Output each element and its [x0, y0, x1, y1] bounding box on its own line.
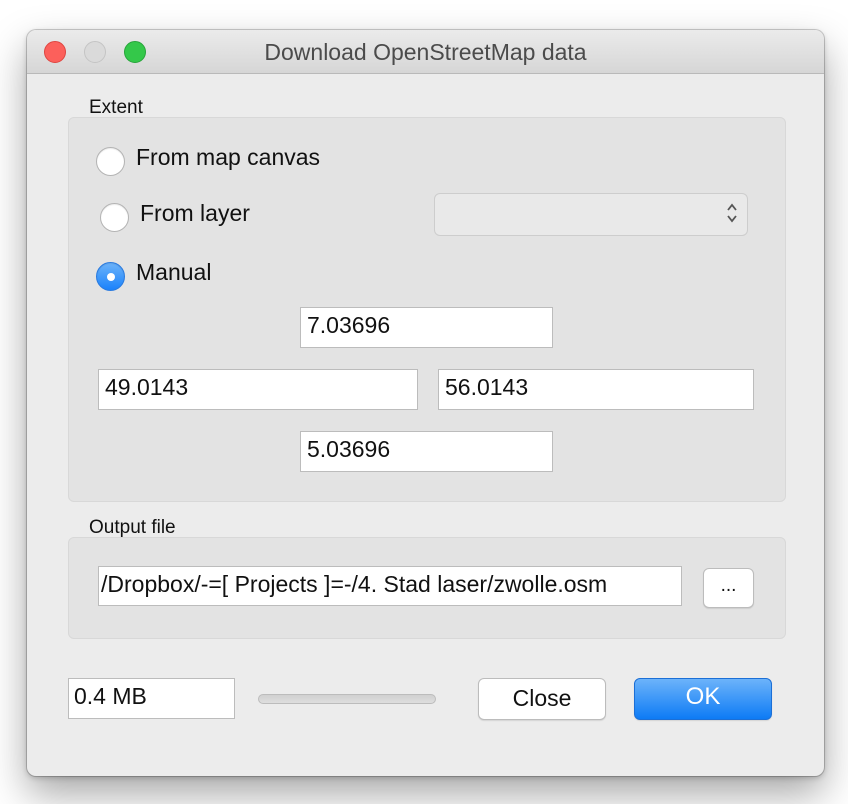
radio-manual[interactable] — [96, 262, 125, 291]
layer-select[interactable] — [434, 193, 748, 236]
browse-button[interactable]: ... — [703, 568, 754, 608]
radio-manual-label[interactable]: Manual — [136, 259, 211, 286]
radio-from-layer-label[interactable]: From layer — [140, 200, 250, 227]
chevron-up-down-icon — [727, 203, 737, 223]
north-extent-input[interactable]: 7.03696 — [300, 307, 553, 348]
dialog-window: Download OpenStreetMap data Extent From … — [27, 30, 824, 776]
east-extent-input[interactable]: 56.0143 — [438, 369, 754, 410]
download-size-field: 0.4 MB — [68, 678, 235, 719]
download-progress-bar — [258, 694, 436, 704]
window-title: Download OpenStreetMap data — [264, 39, 587, 65]
output-file-input[interactable]: /Dropbox/-=[ Projects ]=-/4. Stad laser/… — [98, 566, 682, 606]
title-bar[interactable]: Download OpenStreetMap data — [27, 30, 824, 74]
ok-button[interactable]: OK — [634, 678, 772, 720]
south-extent-input[interactable]: 5.03696 — [300, 431, 553, 472]
radio-from-layer[interactable] — [100, 203, 129, 232]
radio-from-map-canvas[interactable] — [96, 147, 125, 176]
output-group-label: Output file — [89, 517, 176, 538]
west-extent-input[interactable]: 49.0143 — [98, 369, 418, 410]
radio-from-map-canvas-label[interactable]: From map canvas — [136, 144, 320, 171]
extent-group-label: Extent — [89, 97, 143, 118]
close-button[interactable]: Close — [478, 678, 606, 720]
